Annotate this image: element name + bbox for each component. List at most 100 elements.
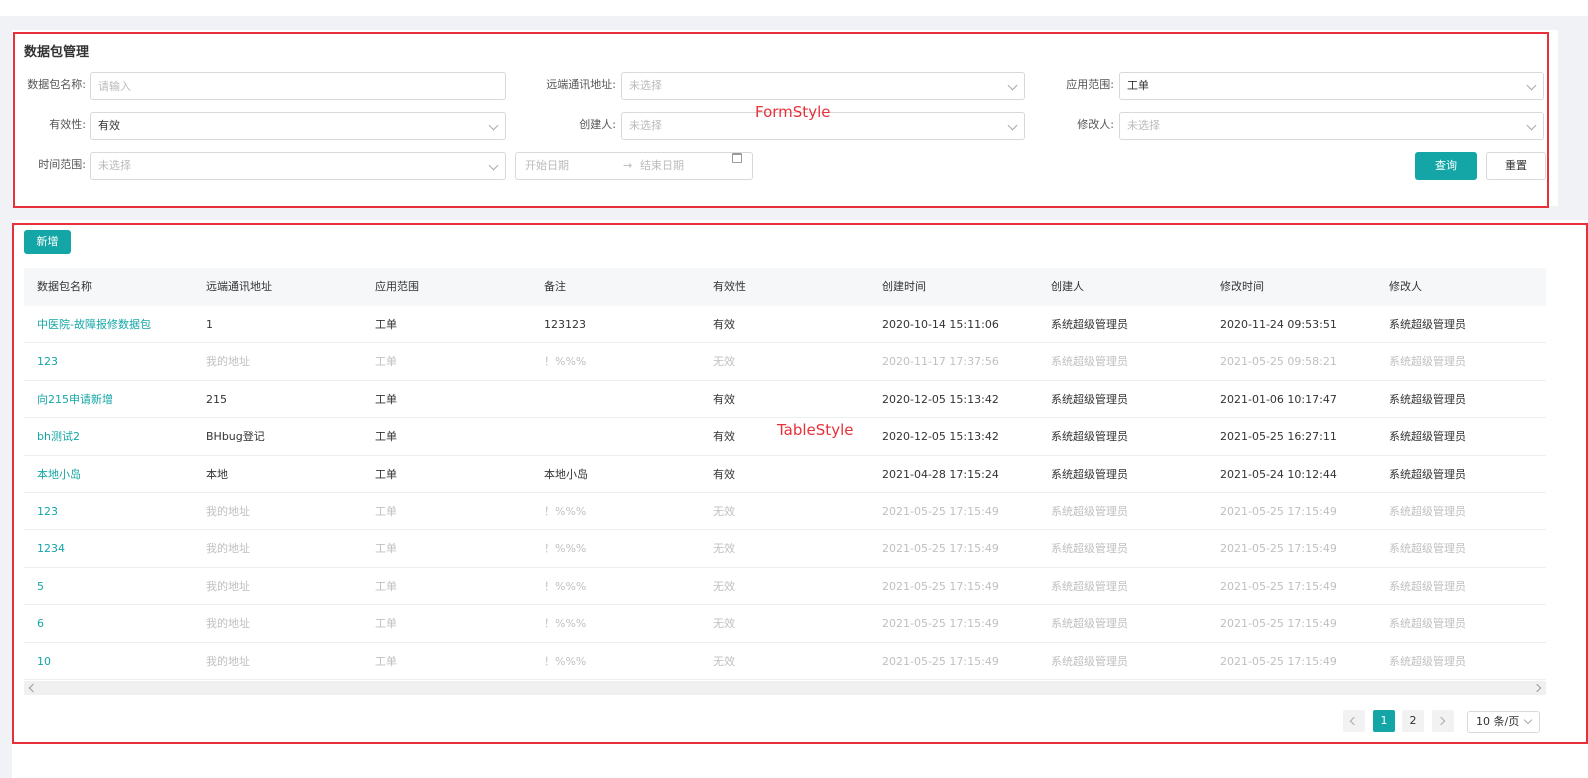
cell-scope: 工单 xyxy=(375,617,397,631)
page-size-select[interactable]: 10 条/页 xyxy=(1467,711,1540,733)
cell-remote-address: 我的地址 xyxy=(206,654,250,668)
cell-modifier: 系统超级管理员 xyxy=(1389,318,1466,331)
scroll-left-icon[interactable] xyxy=(28,683,38,693)
package-name-link[interactable]: 123 xyxy=(37,493,58,530)
table-row[interactable]: 6 我的地址 工单 ！%%% 无效 2021-05-25 17:15:49 系统超级管理员 2… xyxy=(24,605,1546,643)
package-name-link[interactable]: 5 xyxy=(37,568,44,605)
cell-remote-address: 我的地址 xyxy=(206,542,250,556)
time-range-label: 时间范围: xyxy=(38,158,86,171)
cell-modified-time: 2021-05-25 09:58:21 xyxy=(1220,355,1337,369)
remote-address-select[interactable]: 未选择 xyxy=(621,72,1025,100)
column-header-creator: 创建人 xyxy=(1051,280,1084,293)
page-1-button[interactable]: 1 xyxy=(1373,710,1395,732)
date-range-picker[interactable]: 开始日期 → 结束日期 xyxy=(515,152,753,180)
package-name-link[interactable]: 10 xyxy=(37,643,51,680)
package-name-link[interactable]: 中医院-故障报修数据包 xyxy=(37,306,151,343)
horizontal-scrollbar[interactable] xyxy=(24,681,1546,695)
cell-remote-address: 215 xyxy=(206,392,227,406)
cell-remote-address: 我的地址 xyxy=(206,355,250,369)
chevron-down-icon xyxy=(1523,715,1533,725)
cell-modified-time: 2021-05-24 10:12:44 xyxy=(1220,467,1337,481)
package-name-link[interactable]: 本地小岛 xyxy=(37,456,81,493)
table-row[interactable]: 123 我的地址 工单 ！%%% 无效 2020-11-17 17:37:56 系统超级管理… xyxy=(24,343,1546,381)
cell-modifier: 系统超级管理员 xyxy=(1389,579,1466,593)
package-name-link[interactable]: 123 xyxy=(37,343,58,380)
table-row[interactable]: 5 我的地址 工单 ！%%% 无效 2021-05-25 17:15:49 系统超级管理员 2… xyxy=(24,568,1546,606)
page-2-button[interactable]: 2 xyxy=(1402,710,1424,732)
cell-remote-address: BHbug登记 xyxy=(206,430,265,444)
cell-modifier: 系统超级管理员 xyxy=(1389,542,1466,556)
cell-modified-time: 2021-05-25 17:15:49 xyxy=(1220,654,1337,668)
start-date-placeholder[interactable]: 开始日期 xyxy=(525,153,569,179)
cell-validity: 无效 xyxy=(713,542,735,556)
prev-page-button[interactable] xyxy=(1343,710,1365,732)
cell-validity: 无效 xyxy=(713,654,735,668)
reset-button[interactable]: 重置 xyxy=(1486,152,1546,180)
time-range-select[interactable]: 未选择 xyxy=(90,152,506,180)
cell-created-time: 2021-05-25 17:15:49 xyxy=(882,654,999,668)
cell-validity: 无效 xyxy=(713,579,735,593)
scope-label: 应用范围: xyxy=(1066,78,1114,91)
time-range-value: 未选择 xyxy=(98,159,131,172)
cell-scope: 工单 xyxy=(375,467,397,481)
cell-modifier: 系统超级管理员 xyxy=(1389,504,1466,518)
cell-modified-time: 2021-05-25 17:15:49 xyxy=(1220,504,1337,518)
cell-remark: 本地小岛 xyxy=(544,467,588,481)
cell-created-time: 2020-10-14 15:11:06 xyxy=(882,318,999,331)
table-row[interactable]: 1234 我的地址 工单 ！%%% 无效 2021-05-25 17:15:49 系统超级管… xyxy=(24,530,1546,568)
end-date-placeholder[interactable]: 结束日期 xyxy=(640,153,684,179)
cell-creator: 系统超级管理员 xyxy=(1051,318,1128,331)
add-button[interactable]: 新增 xyxy=(24,230,71,254)
chevron-down-icon xyxy=(1526,80,1537,91)
table-row[interactable]: 123 我的地址 工单 ！%%% 无效 2021-05-25 17:15:49 系统超级管理… xyxy=(24,493,1546,531)
cell-scope: 工单 xyxy=(375,355,397,369)
column-header-scope: 应用范围 xyxy=(375,280,419,293)
modifier-select[interactable]: 未选择 xyxy=(1119,112,1544,140)
table-header: 数据包名称 远端通讯地址 应用范围 备注 有效性 创建时间 创建人 修改时间 修改人 xyxy=(24,268,1546,306)
cell-creator: 系统超级管理员 xyxy=(1051,430,1128,444)
cell-validity: 无效 xyxy=(713,504,735,518)
table-row[interactable]: 本地小岛 本地 工单 本地小岛 有效 2021-04-28 17:15:24 系统超级管理员… xyxy=(24,456,1546,493)
query-button[interactable]: 查询 xyxy=(1415,152,1477,180)
chevron-down-icon xyxy=(488,160,499,171)
next-page-button[interactable] xyxy=(1432,710,1454,732)
package-name-link[interactable]: 1234 xyxy=(37,530,65,567)
scroll-right-icon[interactable] xyxy=(1532,683,1542,693)
cell-modified-time: 2021-01-06 10:17:47 xyxy=(1220,392,1337,406)
modifier-label: 修改人: xyxy=(1077,118,1114,131)
scope-select[interactable]: 工单 xyxy=(1119,72,1544,100)
cell-remark: ！%%% xyxy=(544,654,587,668)
cell-remote-address: 我的地址 xyxy=(206,579,250,593)
chevron-right-icon xyxy=(1436,716,1446,726)
cell-created-time: 2020-12-05 15:13:42 xyxy=(882,392,999,406)
table-row[interactable]: 中医院-故障报修数据包 1 工单 123123 有效 2020-10-14 15:11:0… xyxy=(24,306,1546,344)
cell-created-time: 2020-11-17 17:37:56 xyxy=(882,355,999,369)
cell-modified-time: 2021-05-25 17:15:49 xyxy=(1220,579,1337,593)
cell-scope: 工单 xyxy=(375,504,397,518)
table-row[interactable]: 向215申请新增 215 工单 有效 2020-12-05 15:13:42 系统超级管理… xyxy=(24,381,1546,419)
cell-remote-address: 1 xyxy=(206,318,213,331)
validity-select[interactable]: 有效 xyxy=(90,112,506,140)
cell-modified-time: 2020-11-24 09:53:51 xyxy=(1220,318,1337,331)
package-name-link[interactable]: 6 xyxy=(37,605,44,642)
package-name-link[interactable]: bh测试2 xyxy=(37,418,80,455)
cell-scope: 工单 xyxy=(375,579,397,593)
column-header-remote-address: 远端通讯地址 xyxy=(206,280,272,293)
table-row[interactable]: 10 我的地址 工单 ！%%% 无效 2021-05-25 17:15:49 系统超级管理员… xyxy=(24,643,1546,680)
cell-scope: 工单 xyxy=(375,318,397,331)
date-range-arrow: → xyxy=(623,159,633,172)
column-header-name: 数据包名称 xyxy=(37,280,92,293)
scope-value: 工单 xyxy=(1127,79,1149,92)
cell-validity: 无效 xyxy=(713,617,735,631)
modifier-value: 未选择 xyxy=(1127,119,1160,132)
package-name-link[interactable]: 向215申请新增 xyxy=(37,381,113,418)
cell-creator: 系统超级管理员 xyxy=(1051,654,1128,668)
cell-modifier: 系统超级管理员 xyxy=(1389,617,1466,631)
cell-modified-time: 2021-05-25 17:15:49 xyxy=(1220,617,1337,631)
cell-scope: 工单 xyxy=(375,654,397,668)
package-name-input[interactable] xyxy=(90,72,506,100)
cell-remark: 123123 xyxy=(544,318,586,331)
cell-modifier: 系统超级管理员 xyxy=(1389,392,1466,406)
calendar-icon xyxy=(732,153,742,163)
cell-creator: 系统超级管理员 xyxy=(1051,392,1128,406)
